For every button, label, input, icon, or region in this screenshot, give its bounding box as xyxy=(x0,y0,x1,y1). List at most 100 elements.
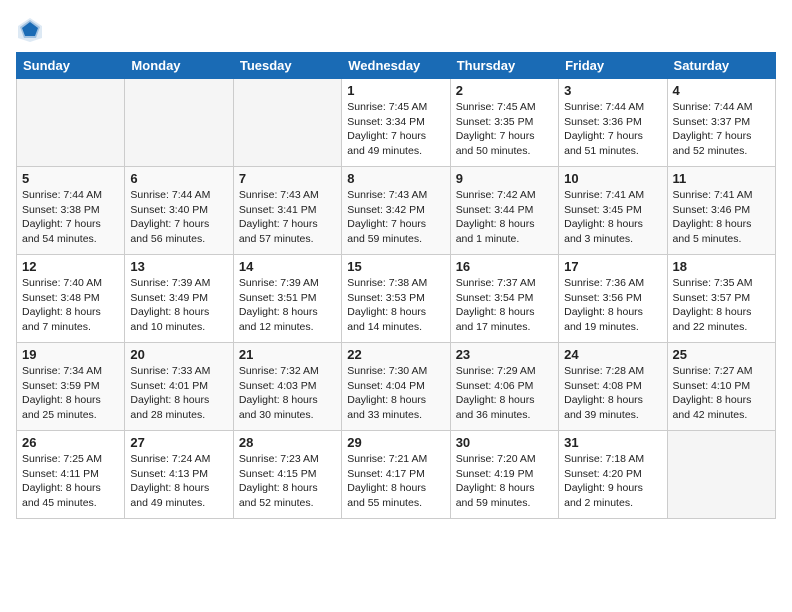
day-number: 28 xyxy=(239,435,336,450)
calendar-cell: 3 Sunrise: 7:44 AMSunset: 3:36 PMDaylight… xyxy=(559,79,667,167)
day-info: Sunrise: 7:28 AMSunset: 4:08 PMDaylight:… xyxy=(564,364,661,423)
day-number: 14 xyxy=(239,259,336,274)
day-info: Sunrise: 7:38 AMSunset: 3:53 PMDaylight:… xyxy=(347,276,444,335)
day-info: Sunrise: 7:29 AMSunset: 4:06 PMDaylight:… xyxy=(456,364,553,423)
day-info: Sunrise: 7:32 AMSunset: 4:03 PMDaylight:… xyxy=(239,364,336,423)
day-info: Sunrise: 7:27 AMSunset: 4:10 PMDaylight:… xyxy=(673,364,770,423)
calendar-cell: 31 Sunrise: 7:18 AMSunset: 4:20 PMDayligh… xyxy=(559,431,667,519)
calendar-cell: 28Sunrise: 7:23 AMSunset: 4:15 PMDayligh… xyxy=(233,431,341,519)
calendar-week-row: 26 Sunrise: 7:25 AMSunset: 4:11 PMDayligh… xyxy=(17,431,776,519)
day-number: 18 xyxy=(673,259,770,274)
day-info: Sunrise: 7:44 AMSunset: 3:37 PMDaylight:… xyxy=(673,100,770,159)
day-info: Sunrise: 7:36 AMSunset: 3:56 PMDaylight:… xyxy=(564,276,661,335)
logo-icon xyxy=(16,16,44,44)
calendar-cell: 29 Sunrise: 7:21 AMSunset: 4:17 PMDayligh… xyxy=(342,431,450,519)
day-info: Sunrise: 7:39 AMSunset: 3:51 PMDaylight:… xyxy=(239,276,336,335)
calendar-cell: 19Sunrise: 7:34 AMSunset: 3:59 PMDayligh… xyxy=(17,343,125,431)
calendar-cell: 18 Sunrise: 7:35 AMSunset: 3:57 PMDayligh… xyxy=(667,255,775,343)
day-number: 24 xyxy=(564,347,661,362)
calendar-cell: 20Sunrise: 7:33 AMSunset: 4:01 PMDayligh… xyxy=(125,343,233,431)
column-header-saturday: Saturday xyxy=(667,53,775,79)
calendar-table: SundayMondayTuesdayWednesdayThursdayFrid… xyxy=(16,52,776,519)
day-info: Sunrise: 7:21 AMSunset: 4:17 PMDaylight:… xyxy=(347,452,444,511)
day-number: 17 xyxy=(564,259,661,274)
day-number: 26 xyxy=(22,435,119,450)
calendar-week-row: 5 Sunrise: 7:44 AMSunset: 3:38 PMDaylight… xyxy=(17,167,776,255)
day-number: 21 xyxy=(239,347,336,362)
day-number: 2 xyxy=(456,83,553,98)
day-number: 11 xyxy=(673,171,770,186)
calendar-cell: 2 Sunrise: 7:45 AMSunset: 3:35 PMDaylight… xyxy=(450,79,558,167)
day-number: 3 xyxy=(564,83,661,98)
day-info: Sunrise: 7:30 AMSunset: 4:04 PMDaylight:… xyxy=(347,364,444,423)
calendar-cell: 7 Sunrise: 7:43 AMSunset: 3:41 PMDaylight… xyxy=(233,167,341,255)
calendar-cell: 15 Sunrise: 7:38 AMSunset: 3:53 PMDayligh… xyxy=(342,255,450,343)
calendar-week-row: 19Sunrise: 7:34 AMSunset: 3:59 PMDayligh… xyxy=(17,343,776,431)
page-header xyxy=(16,16,776,44)
day-number: 15 xyxy=(347,259,444,274)
day-number: 16 xyxy=(456,259,553,274)
day-info: Sunrise: 7:24 AMSunset: 4:13 PMDaylight:… xyxy=(130,452,227,511)
day-number: 8 xyxy=(347,171,444,186)
day-number: 5 xyxy=(22,171,119,186)
day-number: 20 xyxy=(130,347,227,362)
day-info: Sunrise: 7:41 AMSunset: 3:45 PMDaylight:… xyxy=(564,188,661,247)
calendar-cell: 9 Sunrise: 7:42 AMSunset: 3:44 PMDaylight… xyxy=(450,167,558,255)
day-number: 27 xyxy=(130,435,227,450)
day-info: Sunrise: 7:18 AMSunset: 4:20 PMDaylight:… xyxy=(564,452,661,511)
column-header-friday: Friday xyxy=(559,53,667,79)
column-header-sunday: Sunday xyxy=(17,53,125,79)
calendar-cell: 12 Sunrise: 7:40 AMSunset: 3:48 PMDayligh… xyxy=(17,255,125,343)
calendar-cell: 24 Sunrise: 7:28 AMSunset: 4:08 PMDayligh… xyxy=(559,343,667,431)
calendar-week-row: 1 Sunrise: 7:45 AMSunset: 3:34 PMDaylight… xyxy=(17,79,776,167)
day-info: Sunrise: 7:25 AMSunset: 4:11 PMDaylight:… xyxy=(22,452,119,511)
day-info: Sunrise: 7:20 AMSunset: 4:19 PMDaylight:… xyxy=(456,452,553,511)
day-number: 25 xyxy=(673,347,770,362)
calendar-cell: 6 Sunrise: 7:44 AMSunset: 3:40 PMDaylight… xyxy=(125,167,233,255)
day-number: 4 xyxy=(673,83,770,98)
day-number: 30 xyxy=(456,435,553,450)
calendar-cell: 30 Sunrise: 7:20 AMSunset: 4:19 PMDayligh… xyxy=(450,431,558,519)
day-info: Sunrise: 7:44 AMSunset: 3:38 PMDaylight:… xyxy=(22,188,119,247)
day-info: Sunrise: 7:40 AMSunset: 3:48 PMDaylight:… xyxy=(22,276,119,335)
calendar-cell xyxy=(125,79,233,167)
logo xyxy=(16,16,46,44)
calendar-cell: 1 Sunrise: 7:45 AMSunset: 3:34 PMDaylight… xyxy=(342,79,450,167)
day-number: 9 xyxy=(456,171,553,186)
day-number: 7 xyxy=(239,171,336,186)
day-info: Sunrise: 7:44 AMSunset: 3:40 PMDaylight:… xyxy=(130,188,227,247)
calendar-cell: 4 Sunrise: 7:44 AMSunset: 3:37 PMDaylight… xyxy=(667,79,775,167)
day-number: 23 xyxy=(456,347,553,362)
day-info: Sunrise: 7:34 AMSunset: 3:59 PMDaylight:… xyxy=(22,364,119,423)
column-header-thursday: Thursday xyxy=(450,53,558,79)
day-info: Sunrise: 7:43 AMSunset: 3:42 PMDaylight:… xyxy=(347,188,444,247)
calendar-cell: 22 Sunrise: 7:30 AMSunset: 4:04 PMDayligh… xyxy=(342,343,450,431)
day-info: Sunrise: 7:44 AMSunset: 3:36 PMDaylight:… xyxy=(564,100,661,159)
calendar-cell: 14 Sunrise: 7:39 AMSunset: 3:51 PMDayligh… xyxy=(233,255,341,343)
calendar-cell xyxy=(17,79,125,167)
day-number: 12 xyxy=(22,259,119,274)
day-number: 6 xyxy=(130,171,227,186)
column-header-wednesday: Wednesday xyxy=(342,53,450,79)
calendar-cell xyxy=(667,431,775,519)
day-info: Sunrise: 7:35 AMSunset: 3:57 PMDaylight:… xyxy=(673,276,770,335)
day-number: 22 xyxy=(347,347,444,362)
calendar-cell: 27 Sunrise: 7:24 AMSunset: 4:13 PMDayligh… xyxy=(125,431,233,519)
day-info: Sunrise: 7:37 AMSunset: 3:54 PMDaylight:… xyxy=(456,276,553,335)
calendar-cell: 25 Sunrise: 7:27 AMSunset: 4:10 PMDayligh… xyxy=(667,343,775,431)
day-info: Sunrise: 7:43 AMSunset: 3:41 PMDaylight:… xyxy=(239,188,336,247)
calendar-cell: 8 Sunrise: 7:43 AMSunset: 3:42 PMDaylight… xyxy=(342,167,450,255)
calendar-cell: 5 Sunrise: 7:44 AMSunset: 3:38 PMDaylight… xyxy=(17,167,125,255)
calendar-cell: 23 Sunrise: 7:29 AMSunset: 4:06 PMDayligh… xyxy=(450,343,558,431)
calendar-cell: 26 Sunrise: 7:25 AMSunset: 4:11 PMDayligh… xyxy=(17,431,125,519)
day-number: 1 xyxy=(347,83,444,98)
day-info: Sunrise: 7:45 AMSunset: 3:35 PMDaylight:… xyxy=(456,100,553,159)
day-info: Sunrise: 7:39 AMSunset: 3:49 PMDaylight:… xyxy=(130,276,227,335)
column-header-tuesday: Tuesday xyxy=(233,53,341,79)
day-number: 29 xyxy=(347,435,444,450)
calendar-cell: 16 Sunrise: 7:37 AMSunset: 3:54 PMDayligh… xyxy=(450,255,558,343)
calendar-cell: 21 Sunrise: 7:32 AMSunset: 4:03 PMDayligh… xyxy=(233,343,341,431)
day-info: Sunrise: 7:45 AMSunset: 3:34 PMDaylight:… xyxy=(347,100,444,159)
day-info: Sunrise: 7:42 AMSunset: 3:44 PMDaylight:… xyxy=(456,188,553,247)
day-number: 31 xyxy=(564,435,661,450)
